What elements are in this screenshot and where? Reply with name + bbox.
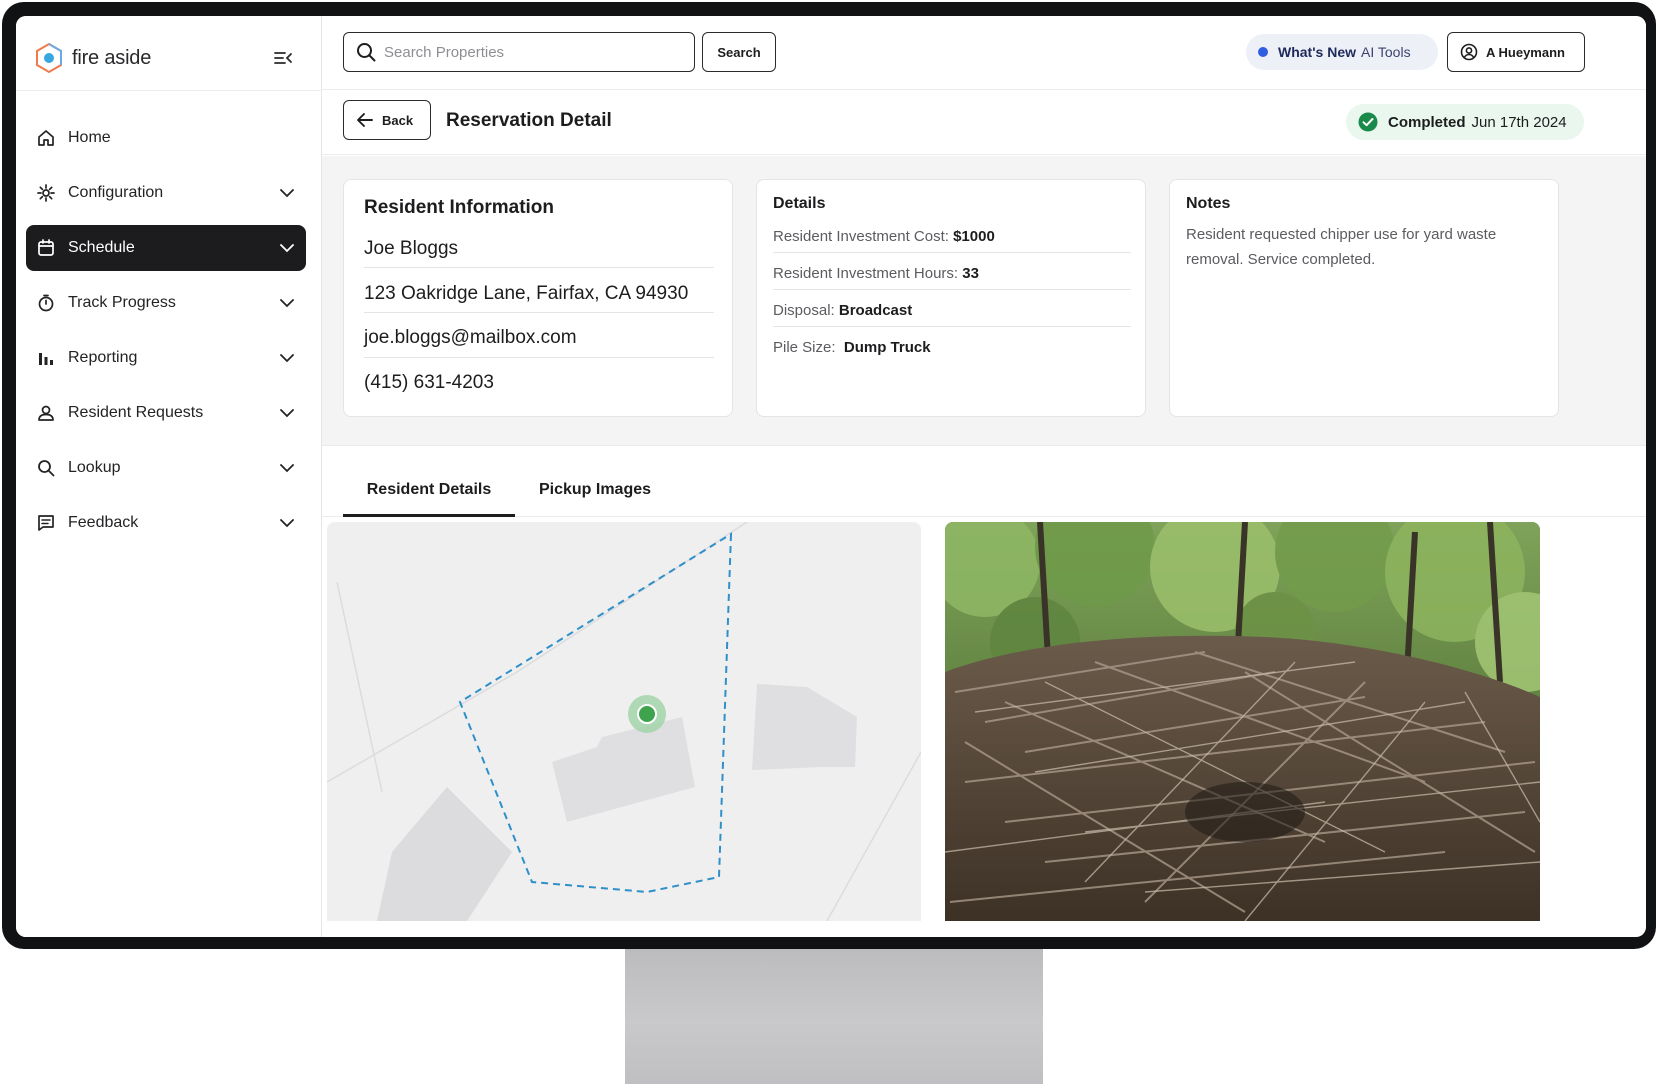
resident-phone[interactable]: (415) 631-4203	[364, 372, 714, 394]
tab-resident-details[interactable]: Resident Details	[343, 471, 515, 517]
details-title: Details	[773, 195, 826, 212]
stopwatch-icon	[36, 293, 56, 313]
detail-tabs: Resident Details Pickup Images	[322, 447, 1646, 517]
detail-row-cost: Resident Investment Cost: $1000	[773, 228, 1131, 245]
notes-title: Notes	[1186, 195, 1231, 212]
status-date: Jun 17th 2024	[1471, 113, 1567, 131]
map-pin-icon	[637, 704, 657, 724]
sidebar-item-feedback[interactable]: Feedback	[26, 500, 306, 546]
sidebar-item-lookup[interactable]: Lookup	[26, 445, 306, 491]
chevron-down-icon	[278, 294, 296, 312]
divider	[364, 312, 714, 313]
sidebar-item-home[interactable]: Home	[26, 115, 306, 161]
user-name: A Hueymann	[1486, 44, 1565, 60]
fire-aside-logo-icon	[36, 42, 62, 74]
gear-icon	[36, 183, 56, 203]
feedback-icon	[36, 513, 56, 533]
notes-text: Resident requested chipper use for yard …	[1186, 226, 1497, 268]
bar-chart-icon	[36, 348, 56, 368]
chevron-down-icon	[278, 184, 296, 202]
detail-value: $1000	[953, 228, 995, 245]
user-menu-button[interactable]: A Hueymann	[1447, 32, 1585, 72]
sidebar-item-label: Home	[68, 129, 111, 146]
search-box[interactable]	[343, 32, 695, 72]
search-icon	[36, 458, 56, 478]
details-card: Details Resident Investment Cost: $1000 …	[756, 179, 1146, 417]
divider	[364, 357, 714, 358]
notes-card: Notes Resident requested chipper use for…	[1169, 179, 1559, 417]
divider	[773, 326, 1131, 327]
chevron-down-icon	[278, 239, 296, 257]
detail-row-hours: Resident Investment Hours: 33	[773, 265, 1131, 282]
sidebar-item-label: Reporting	[68, 349, 138, 366]
sidebar-item-reporting[interactable]: Reporting	[26, 335, 306, 381]
chevron-down-icon	[278, 514, 296, 532]
whats-new-dot-icon	[1258, 47, 1268, 57]
back-button[interactable]: Back	[343, 100, 431, 140]
chevron-down-icon	[278, 459, 296, 477]
monitor-stand	[625, 949, 1043, 1084]
home-icon	[36, 128, 56, 148]
detail-label: Resident Investment Hours:	[773, 265, 959, 282]
detail-label: Disposal:	[773, 302, 835, 319]
sidebar-item-label: Schedule	[68, 239, 135, 256]
status-label: Completed	[1388, 113, 1466, 131]
sidebar-divider	[16, 90, 322, 91]
page-header: Back Reservation Detail Completed Jun 17…	[322, 91, 1646, 155]
sidebar-item-label: Configuration	[68, 184, 164, 201]
search-button[interactable]: Search	[702, 32, 776, 72]
sidebar: fire aside Home Configuration Schedule T…	[16, 16, 322, 937]
arrow-left-icon	[357, 113, 373, 127]
whats-new-label: What's New	[1278, 44, 1357, 60]
resident-info-title: Resident Information	[364, 197, 555, 218]
sidebar-item-label: Resident Requests	[68, 404, 204, 421]
search-icon	[357, 43, 376, 62]
user-avatar-icon	[1460, 43, 1478, 61]
calendar-icon	[36, 238, 56, 258]
check-circle-icon	[1358, 112, 1378, 132]
brand-name: fire aside	[72, 46, 152, 69]
collapse-sidebar-button[interactable]	[270, 46, 296, 70]
whats-new-button[interactable]: What's New AI Tools	[1246, 34, 1438, 70]
detail-label: Resident Investment Cost:	[773, 228, 949, 245]
sidebar-item-schedule[interactable]: Schedule	[26, 225, 306, 271]
page-title: Reservation Detail	[446, 110, 612, 131]
detail-value: Broadcast	[838, 302, 913, 319]
resident-address: 123 Oakridge Lane, Fairfax, CA 94930	[364, 283, 689, 304]
ai-tools-label: AI Tools	[1361, 44, 1411, 60]
detail-label: Pile Size:	[773, 339, 836, 356]
sidebar-item-label: Feedback	[68, 514, 139, 531]
top-header: Search What's New AI Tools A Hueymann	[322, 16, 1646, 90]
sidebar-item-track-progress[interactable]: Track Progress	[26, 280, 306, 326]
tab-pickup-images[interactable]: Pickup Images	[522, 471, 668, 517]
info-cards-area: Resident Information Joe Bloggs 123 Oakr…	[322, 156, 1646, 446]
pickup-image[interactable]	[945, 522, 1540, 921]
status-badge: Completed Jun 17th 2024	[1346, 104, 1584, 140]
sidebar-item-resident-requests[interactable]: Resident Requests	[26, 390, 306, 436]
chevron-down-icon	[278, 349, 296, 367]
divider	[773, 289, 1131, 290]
collapse-menu-icon	[274, 52, 292, 64]
sidebar-item-configuration[interactable]: Configuration	[26, 170, 306, 216]
brush-pile-photo	[945, 522, 1540, 921]
detail-row-pile-size: Pile Size: Dump Truck	[773, 339, 1131, 356]
user-icon	[36, 403, 56, 423]
resident-name: Joe Bloggs	[364, 238, 459, 259]
divider	[773, 252, 1131, 253]
resident-email[interactable]: joe.bloggs@mailbox.com	[364, 327, 714, 349]
detail-value: 33	[962, 265, 979, 282]
back-label: Back	[382, 112, 414, 128]
sidebar-nav: Home Configuration Schedule Track Progre…	[26, 115, 306, 555]
detail-value: Dump Truck	[843, 339, 931, 356]
map-graphic	[327, 522, 921, 921]
search-input[interactable]	[384, 43, 684, 61]
chevron-down-icon	[278, 404, 296, 422]
divider	[364, 267, 714, 268]
sidebar-item-label: Lookup	[68, 459, 121, 476]
sidebar-item-label: Track Progress	[68, 294, 176, 311]
detail-row-disposal: Disposal: Broadcast	[773, 302, 1131, 319]
resident-info-card: Resident Information Joe Bloggs 123 Oakr…	[343, 179, 733, 417]
property-map[interactable]	[327, 522, 921, 921]
brand: fire aside	[34, 38, 151, 78]
